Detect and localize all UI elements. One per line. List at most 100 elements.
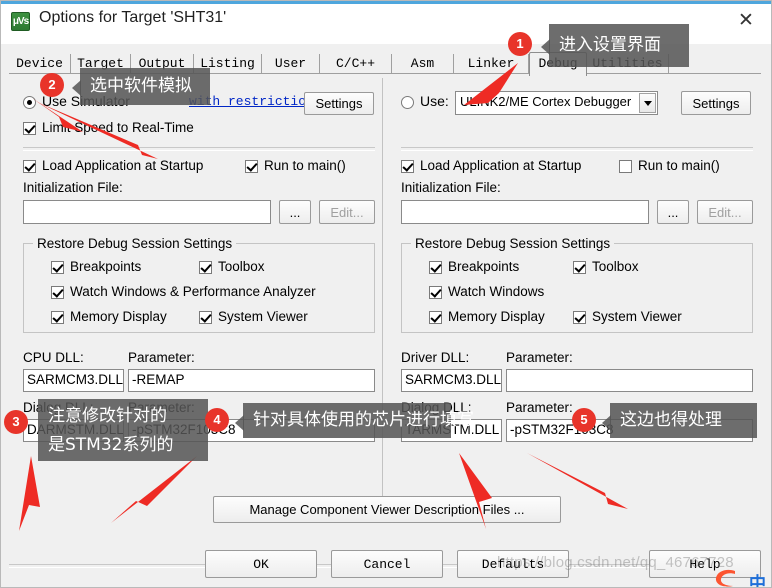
cancel-button[interactable]: Cancel <box>331 550 443 578</box>
annotation-text-5: 这边也得处理 <box>610 403 757 438</box>
annotation-text-1: 进入设置界面 <box>549 24 689 67</box>
annotation-tail-5 <box>602 415 611 431</box>
memory-display-label-right: Memory Display <box>448 309 545 324</box>
annotation-tail-1 <box>541 39 550 55</box>
cpu-dll-label: CPU DLL: <box>23 350 84 365</box>
annotation-tail-2 <box>72 80 81 96</box>
system-viewer-row-left: System Viewer <box>199 309 339 327</box>
tab-device[interactable]: Device <box>9 54 71 74</box>
watch-windows-row-left: Watch Windows & Performance Analyzer <box>51 284 351 302</box>
dialog-content: Device Target Output Listing User C/C++ … <box>1 44 771 587</box>
tab-user[interactable]: User <box>262 54 320 74</box>
annotation-text-2: 选中软件模拟 <box>80 68 210 105</box>
dialog-parameter-label-right: Parameter: <box>506 400 573 415</box>
restore-group-title-right: Restore Debug Session Settings <box>411 236 615 251</box>
driver-dll-label: Driver DLL: <box>401 350 470 365</box>
driver-parameter-input[interactable] <box>506 369 753 392</box>
run-to-main-label-left: Run to main() <box>264 158 346 173</box>
memory-display-row-left: Memory Display <box>51 309 191 327</box>
cpu-parameter-label: Parameter: <box>128 350 195 365</box>
system-viewer-row-right: System Viewer <box>573 309 713 327</box>
use-simulator-radio[interactable] <box>23 96 36 109</box>
debugger-settings-button[interactable]: Settings <box>681 91 751 115</box>
load-app-row-right: Load Application at Startup <box>401 158 631 176</box>
memory-display-row-right: Memory Display <box>429 309 569 327</box>
toolbox-row-left: Toolbox <box>199 259 319 277</box>
ok-button[interactable]: OK <box>205 550 317 578</box>
simulator-separator <box>23 147 375 151</box>
watch-windows-checkbox-left[interactable] <box>51 286 64 299</box>
ime-chinese-indicator: 中 <box>749 574 766 588</box>
annotation-badge-2: 2 <box>40 73 64 97</box>
annotation-badge-1: 1 <box>508 32 532 56</box>
limit-speed-checkbox[interactable] <box>23 122 36 135</box>
use-debugger-radio[interactable] <box>401 96 414 109</box>
load-application-checkbox-right[interactable] <box>401 160 414 173</box>
annotation-badge-4: 4 <box>205 408 229 432</box>
load-application-checkbox-left[interactable] <box>23 160 36 173</box>
watch-windows-row-right: Watch Windows <box>429 284 629 302</box>
initialization-file-input-left[interactable] <box>23 200 271 224</box>
edit-button-left[interactable]: Edit... <box>319 200 375 224</box>
options-for-target-dialog: μVs Options for Target 'SHT31' ✕ Device … <box>0 0 772 588</box>
breakpoints-checkbox-left[interactable] <box>51 261 64 274</box>
edit-button-right[interactable]: Edit... <box>697 200 753 224</box>
annotation-text-3: 注意修改针对的 是STM32系列的 <box>38 399 208 461</box>
tab-asm[interactable]: Asm <box>392 54 454 74</box>
toolbox-checkbox-left[interactable] <box>199 261 212 274</box>
cpu-parameter-input[interactable]: -REMAP <box>128 369 375 392</box>
initialization-file-label-right: Initialization File: <box>401 180 501 195</box>
keil-uvision-icon: μVs <box>11 12 30 31</box>
toolbox-checkbox-right[interactable] <box>573 261 586 274</box>
debugger-select[interactable]: ULINK2/ME Cortex Debugger <box>455 91 658 115</box>
limit-speed-row: Limit Speed to Real-Time <box>23 120 253 138</box>
debugger-separator <box>401 147 753 151</box>
initialization-file-input-right[interactable] <box>401 200 649 224</box>
run-to-main-row-left: Run to main() <box>245 158 375 176</box>
browse-button-right[interactable]: ... <box>657 200 689 224</box>
initialization-file-label-left: Initialization File: <box>23 180 123 195</box>
watermark-text: https://blog.csdn.net/qq_46767728 <box>497 554 734 571</box>
cpu-dll-input[interactable]: SARMCM3.DLL <box>23 369 124 392</box>
toolbox-label-left: Toolbox <box>218 259 265 274</box>
simulator-settings-button[interactable]: Settings <box>304 92 374 115</box>
system-viewer-label-right: System Viewer <box>592 309 682 324</box>
tab-c-cpp[interactable]: C/C++ <box>320 54 392 74</box>
breakpoints-checkbox-right[interactable] <box>429 261 442 274</box>
load-application-label-left: Load Application at Startup <box>42 158 204 173</box>
breakpoints-label-left: Breakpoints <box>70 259 142 274</box>
use-debugger-label: Use: <box>420 93 449 109</box>
debugger-panel: Use: ULINK2/ME Cortex Debugger Settings … <box>387 78 761 523</box>
run-to-main-checkbox-right[interactable] <box>619 160 632 173</box>
annotation-tail-4 <box>235 415 244 431</box>
system-viewer-checkbox-left[interactable] <box>199 311 212 324</box>
system-viewer-label-left: System Viewer <box>218 309 308 324</box>
browse-button-left[interactable]: ... <box>279 200 311 224</box>
manage-component-viewer-button[interactable]: Manage Component Viewer Description File… <box>213 496 561 523</box>
debugger-select-value: ULINK2/ME Cortex Debugger <box>460 94 632 109</box>
memory-display-label-left: Memory Display <box>70 309 167 324</box>
close-icon[interactable]: ✕ <box>729 7 763 35</box>
breakpoints-label-right: Breakpoints <box>448 259 520 274</box>
annotation-text-4: 针对具体使用的芯片进行填写 <box>243 403 474 438</box>
memory-display-checkbox-left[interactable] <box>51 311 64 324</box>
tab-linker[interactable]: Linker <box>454 54 529 74</box>
driver-parameter-label: Parameter: <box>506 350 573 365</box>
memory-display-checkbox-right[interactable] <box>429 311 442 324</box>
driver-dll-input[interactable]: SARMCM3.DLL <box>401 369 502 392</box>
run-to-main-row-right: Run to main() <box>619 158 749 176</box>
toolbox-row-right: Toolbox <box>573 259 693 277</box>
limit-speed-label: Limit Speed to Real-Time <box>42 120 194 135</box>
load-app-row-left: Load Application at Startup <box>23 158 253 176</box>
annotation-badge-5: 5 <box>572 408 596 432</box>
watch-windows-label-right: Watch Windows <box>448 284 545 299</box>
chevron-down-icon[interactable] <box>639 93 656 113</box>
window-title: Options for Target 'SHT31' <box>39 9 227 26</box>
load-application-label-right: Load Application at Startup <box>420 158 582 173</box>
breakpoints-row-right: Breakpoints <box>429 259 559 277</box>
watch-windows-checkbox-right[interactable] <box>429 286 442 299</box>
breakpoints-row-left: Breakpoints <box>51 259 181 277</box>
run-to-main-checkbox-left[interactable] <box>245 160 258 173</box>
toolbox-label-right: Toolbox <box>592 259 639 274</box>
system-viewer-checkbox-right[interactable] <box>573 311 586 324</box>
